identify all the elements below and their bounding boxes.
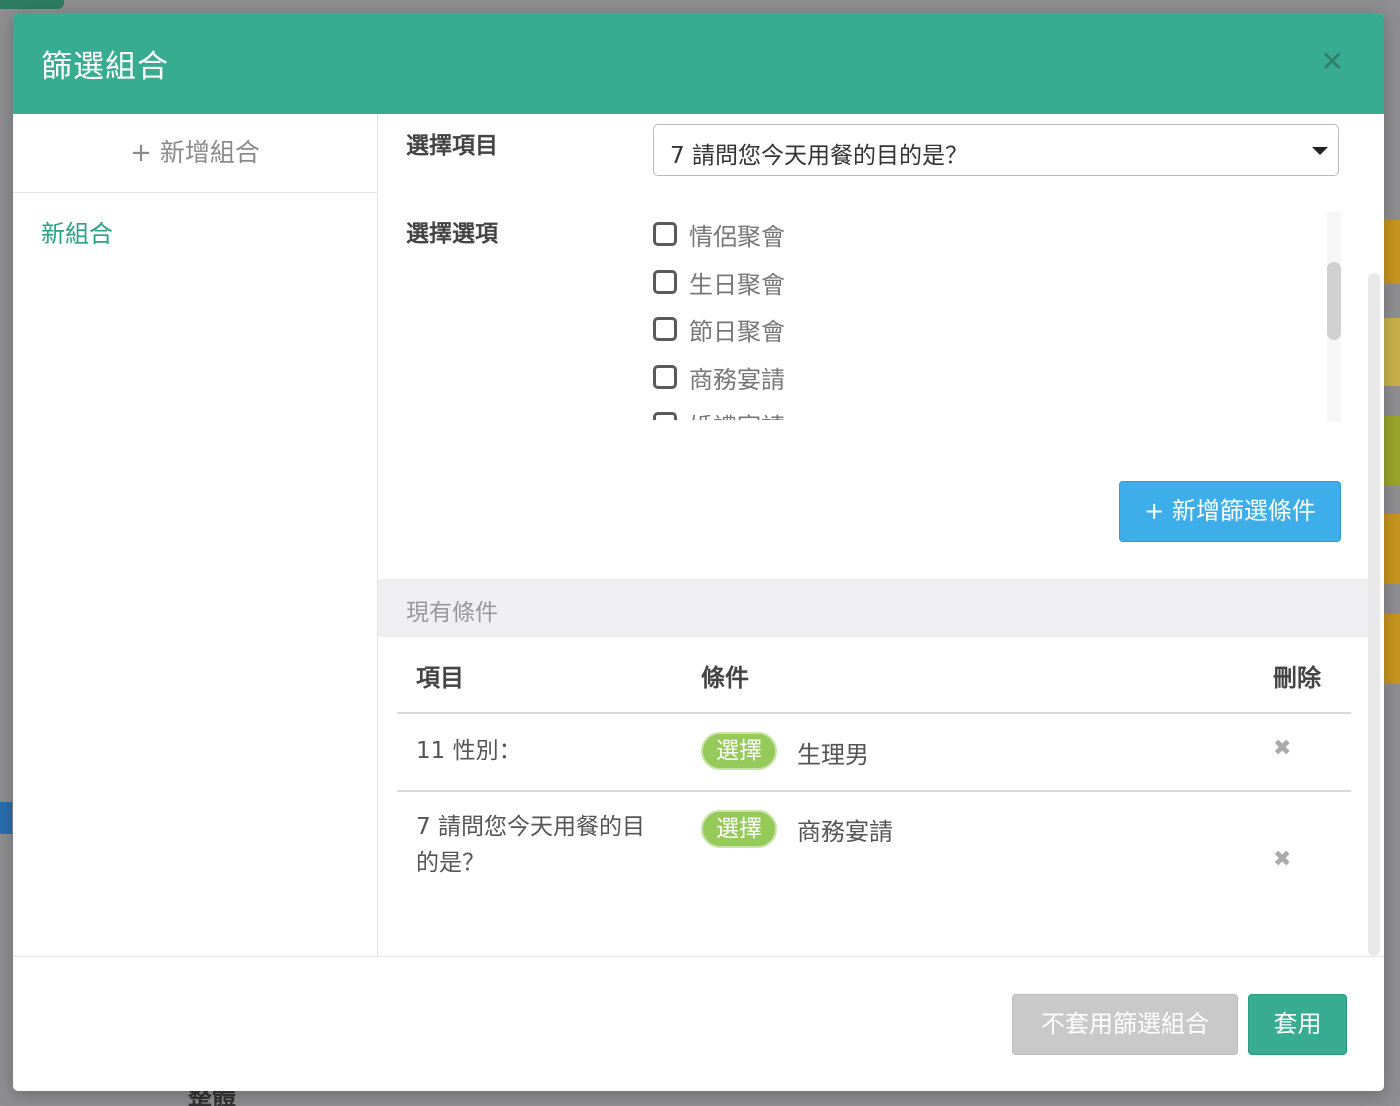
- checkbox-icon[interactable]: [653, 365, 677, 389]
- question-select-value: 7 請問您今天用餐的目的是？: [670, 143, 968, 169]
- option-label: 婚禮宴請: [689, 407, 785, 421]
- modal-footer: 不套用篩選組合 套用: [13, 956, 1384, 1091]
- option-checkbox[interactable]: 婚禮宴請: [653, 404, 785, 420]
- modal-header: 篩選組合 ✕: [13, 13, 1384, 114]
- column-header-condition: 條件: [701, 664, 749, 692]
- existing-conditions-title: 現有條件: [406, 600, 498, 626]
- question-select[interactable]: 7 請問您今天用餐的目的是？: [653, 124, 1339, 176]
- add-group-label: 新增組合: [159, 138, 260, 167]
- condition-value: 商務宴請: [797, 818, 893, 846]
- column-header-delete: 刪除: [1273, 664, 1321, 692]
- checkbox-icon[interactable]: [653, 412, 677, 420]
- option-checkbox[interactable]: 節日聚會: [653, 309, 785, 349]
- delete-icon[interactable]: ✖: [1273, 736, 1291, 761]
- table-row: 11 性別： 選擇 生理男 ✖: [397, 714, 1351, 792]
- option-label: 情侶聚會: [689, 222, 785, 251]
- caret-down-icon: [1312, 147, 1328, 155]
- filter-combination-modal: 篩選組合 ✕ + 新增組合 新組合 選擇項目 7 請問您今天用餐的目的是？ 選擇選…: [13, 13, 1384, 1091]
- option-label: 生日聚會: [689, 270, 785, 299]
- column-header-item: 項目: [416, 664, 464, 692]
- delete-icon[interactable]: ✖: [1273, 847, 1291, 872]
- plus-icon: +: [130, 138, 152, 168]
- option-checkbox[interactable]: 生日聚會: [653, 262, 785, 302]
- background-stripe: [1384, 318, 1400, 386]
- options-scrollbar-thumb[interactable]: [1327, 262, 1341, 340]
- background-tab: [0, 0, 64, 9]
- checkbox-icon[interactable]: [653, 270, 677, 294]
- background-stripe: [1384, 614, 1400, 684]
- option-checkbox[interactable]: 商務宴請: [653, 357, 785, 397]
- close-icon[interactable]: ✕: [1321, 47, 1344, 77]
- condition-item: 11 性別：: [416, 738, 522, 764]
- unapply-filter-button[interactable]: 不套用篩選組合: [1012, 994, 1238, 1055]
- select-item-label: 選擇項目: [406, 133, 498, 159]
- background-stripe: [1384, 416, 1400, 486]
- add-group-button[interactable]: + 新增組合: [13, 114, 377, 193]
- background-mark: [0, 802, 12, 834]
- option-label: 節日聚會: [689, 317, 785, 346]
- condition-item: 7 請問您今天用餐的目的是？: [416, 814, 645, 876]
- checkbox-icon[interactable]: [653, 222, 677, 246]
- filter-form: 選擇項目 7 請問您今天用餐的目的是？ 選擇選項 情侶聚會 生日聚會 節日聚會 …: [378, 114, 1368, 956]
- modal-title: 篩選組合: [41, 49, 169, 85]
- apply-button[interactable]: 套用: [1248, 994, 1347, 1055]
- group-sidebar: + 新增組合 新組合: [13, 114, 378, 956]
- options-list: 情侶聚會 生日聚會 節日聚會 商務宴請 婚禮宴請: [653, 212, 1343, 420]
- condition-type-badge: 選擇: [701, 810, 777, 848]
- option-label: 商務宴請: [689, 365, 785, 394]
- condition-value: 生理男: [797, 741, 869, 769]
- background-stripe: [1384, 220, 1400, 284]
- existing-conditions-header: 現有條件: [378, 579, 1368, 637]
- sidebar-item-new-group[interactable]: 新組合: [41, 214, 113, 249]
- add-filter-condition-button[interactable]: + 新增篩選條件: [1119, 481, 1341, 542]
- condition-type-badge: 選擇: [701, 732, 777, 770]
- main-scrollbar[interactable]: [1368, 273, 1380, 956]
- select-options-label: 選擇選項: [406, 221, 498, 247]
- conditions-table-header: 項目 條件 刪除: [397, 638, 1351, 714]
- checkbox-icon[interactable]: [653, 317, 677, 341]
- background-stripe: [1384, 514, 1400, 584]
- option-checkbox[interactable]: 情侶聚會: [653, 214, 785, 254]
